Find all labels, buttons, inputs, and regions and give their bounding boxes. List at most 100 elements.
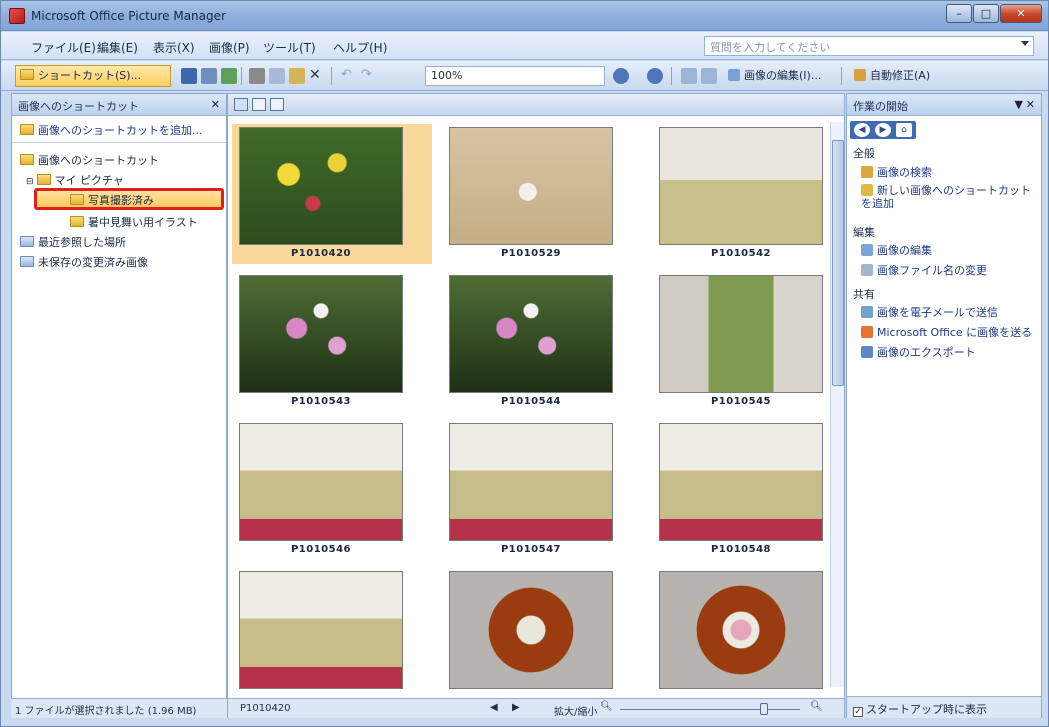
menu-file[interactable]: ファイル(E): [31, 39, 96, 56]
tree-root[interactable]: 画像へのショートカット: [20, 152, 159, 168]
shortcut-button[interactable]: ショートカット(S)...: [15, 65, 171, 87]
find-pictures-link[interactable]: 画像の検索: [861, 164, 932, 180]
zoom-label: 拡大/縮小: [554, 707, 598, 718]
zoom-combobox[interactable]: 100%: [425, 66, 605, 86]
zoom-out-small-icon[interactable]: 🔍︎: [600, 701, 613, 712]
thumbnail-photo[interactable]: [449, 127, 613, 245]
thumbnail-photo[interactable]: [449, 571, 613, 689]
thumbnail-item[interactable]: P1010544: [442, 272, 642, 412]
delete-icon[interactable]: ✕: [309, 68, 325, 84]
edit-picture-label: 画像の編集(I)...: [744, 69, 822, 82]
selection-status: 1 ファイルが選択されました (1.96 MB): [15, 706, 197, 717]
undo-icon[interactable]: ↶: [341, 68, 357, 84]
collapse-icon[interactable]: ⊟: [26, 177, 34, 187]
thumbnail-item[interactable]: P1010420: [232, 124, 432, 264]
thumbnail-item[interactable]: [442, 568, 642, 708]
add-shortcut-task-link[interactable]: 新しい画像へのショートカットを追加: [861, 184, 1037, 210]
recent-folder-icon: [20, 236, 34, 247]
task-pane-nav: ◀ ▶ ⌂: [850, 121, 916, 139]
tree-my-pictures[interactable]: ⊟ マイ ピクチャ: [26, 172, 124, 188]
zoom-in-small-icon[interactable]: 🔍︎: [810, 701, 823, 712]
thumbnail-item[interactable]: P1010546: [232, 420, 432, 560]
edit-picture-button[interactable]: 画像の編集(I)...: [723, 65, 835, 87]
shortcuts-pane-title: 画像へのショートカット: [18, 100, 139, 113]
add-shortcut-link[interactable]: 画像へのショートカットを追加...: [12, 116, 226, 143]
scrollbar-thumb[interactable]: [832, 140, 844, 386]
edit-pictures-link[interactable]: 画像の編集: [861, 242, 932, 258]
export-link[interactable]: 画像のエクスポート: [861, 344, 976, 360]
help-search-input[interactable]: 質問を入力してください: [704, 36, 1034, 56]
edit-picture-icon: [728, 69, 740, 81]
thumbnail-view-icon[interactable]: [234, 98, 248, 111]
pane-close-icon[interactable]: ✕: [1026, 98, 1035, 111]
thumbnail-item[interactable]: [652, 568, 852, 708]
thumbnail-item[interactable]: P1010542: [652, 124, 852, 264]
thumbnail-photo[interactable]: [449, 275, 613, 393]
thumbnail-photo[interactable]: [659, 127, 823, 245]
thumbnail-photo[interactable]: [239, 127, 403, 245]
thumbnail-photo[interactable]: [659, 275, 823, 393]
filmstrip-view-icon[interactable]: [252, 98, 266, 111]
zoom-in-icon[interactable]: [613, 68, 629, 84]
thumbnail-item[interactable]: P1010543: [232, 272, 432, 412]
thumbnail-photo[interactable]: [239, 275, 403, 393]
thumbnail-item[interactable]: P1010529: [442, 124, 642, 264]
minimize-button[interactable]: –: [946, 4, 972, 23]
thumbnail-item[interactable]: P1010545: [652, 272, 852, 412]
maximize-button[interactable]: □: [973, 4, 999, 23]
email-link[interactable]: 画像を電子メールで送信: [861, 304, 998, 320]
mail-icon[interactable]: [221, 68, 237, 84]
menu-view[interactable]: 表示(X): [153, 39, 195, 56]
thumbnail-photo[interactable]: [239, 423, 403, 541]
send-office-label: Microsoft Office に画像を送る: [877, 326, 1033, 339]
rotate-left-icon[interactable]: [681, 68, 697, 84]
rotate-right-icon[interactable]: [701, 68, 717, 84]
zoom-out-icon[interactable]: [647, 68, 663, 84]
autofix-label: 自動修正(A): [870, 69, 931, 82]
thumbnail-photo[interactable]: [659, 571, 823, 689]
thumbnail-photo[interactable]: [449, 423, 613, 541]
forward-icon[interactable]: ▶: [875, 123, 891, 137]
copy-icon[interactable]: [269, 68, 285, 84]
thumbnail-item[interactable]: P1010548: [652, 420, 852, 560]
zoom-slider-track[interactable]: [620, 709, 800, 710]
save-icon[interactable]: [181, 68, 197, 84]
autofix-button[interactable]: 自動修正(A): [849, 65, 941, 87]
cut-icon[interactable]: [249, 68, 265, 84]
tree-unsaved-label: 未保存の変更済み画像: [38, 256, 148, 269]
tree-unsaved[interactable]: 未保存の変更済み画像: [20, 254, 148, 270]
rename-link[interactable]: 画像ファイル名の変更: [861, 262, 987, 278]
thumbnail-item[interactable]: [232, 568, 432, 708]
thumbnail-label: P1010529: [500, 248, 562, 259]
redo-icon[interactable]: ↷: [361, 68, 377, 84]
menu-tools[interactable]: ツール(T): [263, 39, 316, 56]
print-icon[interactable]: [201, 68, 217, 84]
pane-menu-icon[interactable]: ▼: [1015, 98, 1023, 111]
menu-edit[interactable]: 編集(E): [97, 39, 138, 56]
single-view-icon[interactable]: [270, 98, 284, 111]
chevron-down-icon[interactable]: [1021, 41, 1029, 46]
paste-icon[interactable]: [289, 68, 305, 84]
thumbnail-label: P1010420: [290, 248, 352, 259]
show-at-startup-checkbox[interactable]: ✓: [853, 707, 863, 717]
menu-image[interactable]: 画像(P): [209, 39, 250, 56]
tree-recent[interactable]: 最近参照した場所: [20, 234, 126, 250]
zoom-slider-handle[interactable]: [760, 703, 768, 715]
close-button[interactable]: ✕: [1000, 4, 1042, 23]
autofix-icon: [854, 69, 866, 81]
send-office-link[interactable]: Microsoft Office に画像を送る: [861, 324, 1032, 340]
prev-arrow-icon[interactable]: ◀: [490, 702, 498, 713]
thumbnail-photo[interactable]: [659, 423, 823, 541]
next-arrow-icon[interactable]: ▶: [512, 702, 520, 713]
toolbar-separator: [241, 67, 242, 85]
pane-close-icon[interactable]: ✕: [211, 98, 220, 111]
task-pane-footer: ✓ スタートアップ時に表示: [847, 696, 1041, 718]
tree-sub-folder[interactable]: 暑中見舞い用イラスト: [70, 214, 198, 230]
tree-sub-folder-label: 暑中見舞い用イラスト: [88, 216, 198, 229]
menu-help[interactable]: ヘルプ(H): [333, 39, 387, 56]
home-icon[interactable]: ⌂: [896, 123, 912, 137]
back-icon[interactable]: ◀: [854, 123, 870, 137]
vertical-scrollbar[interactable]: [830, 122, 844, 687]
thumbnail-item[interactable]: P1010547: [442, 420, 642, 560]
thumbnail-photo[interactable]: [239, 571, 403, 689]
